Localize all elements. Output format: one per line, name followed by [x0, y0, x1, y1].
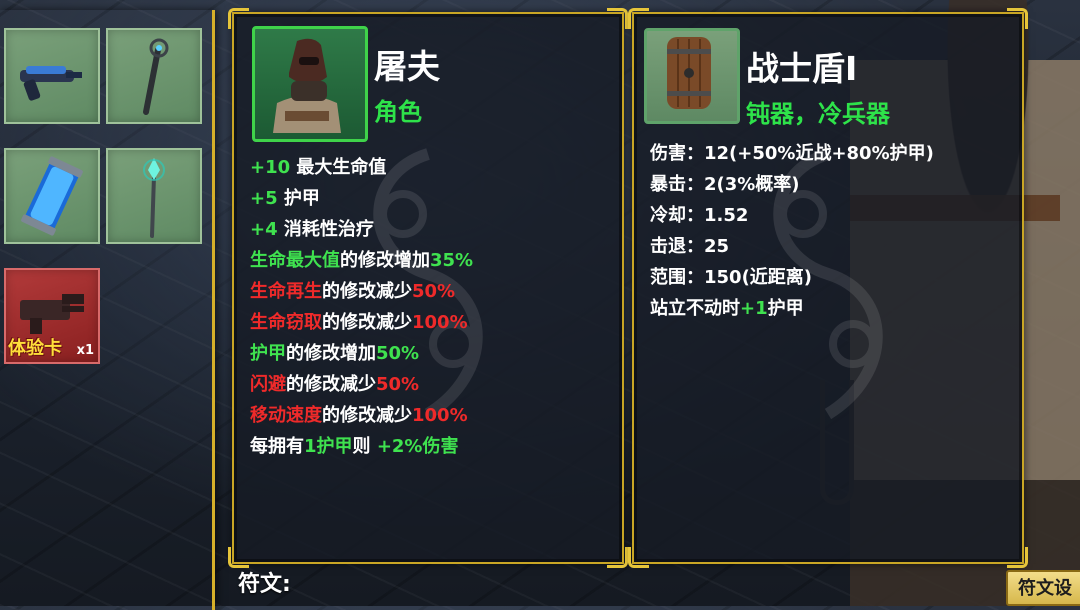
modifier-line: 生命最大值的修改增加35%: [250, 245, 473, 276]
text-segment: 50%: [376, 343, 420, 364]
magic-staff-icon: [143, 38, 169, 115]
stat-line: 范围：150(近距离): [650, 262, 934, 293]
weapon-info-panel: 战士盾I 钝器，冷兵器 伤害：12(+50%近战+80%护甲) 暴击：2(3%概率…: [628, 8, 1028, 568]
frame-corner: [607, 8, 628, 29]
text-segment: 生命窃取: [250, 312, 322, 333]
stat-line: 击退：25: [650, 231, 934, 262]
modifier-line: 生命再生的修改减少50%: [250, 276, 473, 307]
text-segment: 生命再生: [250, 281, 322, 302]
modifier-line: +10 最大生命值: [250, 152, 473, 183]
frame-corner: [228, 547, 249, 568]
frame-corner: [1007, 8, 1028, 29]
text-segment: 消耗性治疗: [277, 219, 374, 240]
text-segment: 50%: [376, 374, 420, 395]
energy-canister-icon: [21, 156, 83, 236]
text-segment: 站立不动时: [650, 298, 740, 319]
modifier-line: +5 护甲: [250, 183, 473, 214]
text-segment: 100%: [412, 405, 468, 426]
text-segment: 100%: [412, 312, 468, 333]
text-segment: 护甲: [250, 343, 286, 364]
inventory-slot-1[interactable]: [4, 28, 100, 124]
text-segment: 50%: [412, 281, 456, 302]
text-segment: 则: [352, 436, 377, 457]
modifier-line: +4 消耗性治疗: [250, 214, 473, 245]
wooden-shield-icon: [667, 37, 711, 109]
stat-line: 暴击：2(3%概率): [650, 169, 934, 200]
weapon-icon-frame: [644, 28, 740, 124]
modifier-line: 生命窃取的修改减少100%: [250, 307, 473, 338]
butcher-portrait-icon: [273, 38, 341, 133]
text-segment: 护甲: [277, 188, 320, 209]
modifier-line: 护甲的修改增加50%: [250, 338, 473, 369]
trial-card-badge: 体验卡: [8, 338, 62, 359]
frame-corner: [628, 8, 649, 29]
crystal-wand-icon: [143, 158, 165, 238]
stat-line: 站立不动时+1护甲: [650, 293, 934, 324]
character-modifier-list: +10 最大生命值 +5 护甲 +4 消耗性治疗 生命最大值的修改增加35% 生命再生的…: [250, 152, 473, 462]
inventory-slot-3[interactable]: [4, 148, 100, 244]
text-segment: 的修改减少: [322, 312, 412, 333]
text-segment: 35%: [430, 250, 474, 271]
text-segment: +4: [250, 219, 278, 240]
blaster-pistol-icon: [20, 66, 82, 101]
inventory-panel: 体验卡 x1: [0, 10, 215, 610]
text-segment: 的修改减少: [286, 374, 376, 395]
rune-settings-button[interactable]: 符文设: [1006, 570, 1080, 606]
text-segment: +5: [250, 188, 278, 209]
text-segment: 每拥有: [250, 436, 304, 457]
inventory-slot-4[interactable]: [106, 148, 202, 244]
frame-corner: [628, 547, 649, 568]
text-segment: 的修改增加: [286, 343, 376, 364]
stat-line: 伤害：12(+50%近战+80%护甲): [650, 138, 934, 169]
text-segment: +1: [740, 298, 768, 319]
character-name: 屠夫: [374, 47, 440, 86]
character-info-panel: 屠夫 角色 +10 最大生命值 +5 护甲 +4 消耗性治疗 生命最大值的修改增加35…: [228, 8, 628, 568]
text-segment: 闪避: [250, 374, 286, 395]
item-count: x1: [76, 343, 94, 358]
text-segment: 生命最大值: [250, 250, 340, 271]
text-segment: 范围：150(近距离): [650, 267, 813, 288]
weapon-name: 战士盾I: [746, 49, 858, 88]
stat-line: 冷却：1.52: [650, 200, 934, 231]
inventory-slot-2[interactable]: [106, 28, 202, 124]
frame-corner: [228, 8, 249, 29]
text-segment: +2%伤害: [376, 436, 459, 457]
text-segment: 1护甲: [304, 436, 353, 457]
text-segment: +10: [250, 157, 291, 178]
text-segment: 的修改增加: [340, 250, 430, 271]
modifier-line: 每拥有1护甲则 +2%伤害: [250, 431, 473, 462]
text-segment: 击退：25: [650, 236, 730, 257]
text-segment: 最大生命值: [290, 157, 387, 178]
inventory-slot-5-trial-card[interactable]: 体验卡 x1: [4, 268, 100, 364]
modifier-line: 闪避的修改减少50%: [250, 369, 473, 400]
text-segment: 冷却：1.52: [650, 205, 749, 226]
text-segment: 的修改减少: [322, 281, 412, 302]
text-segment: 移动速度: [250, 405, 322, 426]
frame-corner: [607, 547, 628, 568]
character-portrait: [252, 26, 368, 142]
text-segment: 护甲: [767, 298, 804, 319]
text-segment: 的修改减少: [322, 405, 412, 426]
text-segment: 暴击：2(3%概率): [650, 174, 800, 195]
text-segment: 伤害：12(+50%近战+80%护甲): [650, 143, 934, 164]
runes-label: 符文:: [238, 572, 291, 597]
modifier-line: 移动速度的修改减少100%: [250, 400, 473, 431]
frame-corner: [1007, 547, 1028, 568]
character-type: 角色: [374, 98, 422, 126]
weapon-stat-list: 伤害：12(+50%近战+80%护甲) 暴击：2(3%概率) 冷却：1.52 击退：2…: [650, 138, 934, 324]
weapon-type: 钝器，冷兵器: [746, 100, 890, 128]
